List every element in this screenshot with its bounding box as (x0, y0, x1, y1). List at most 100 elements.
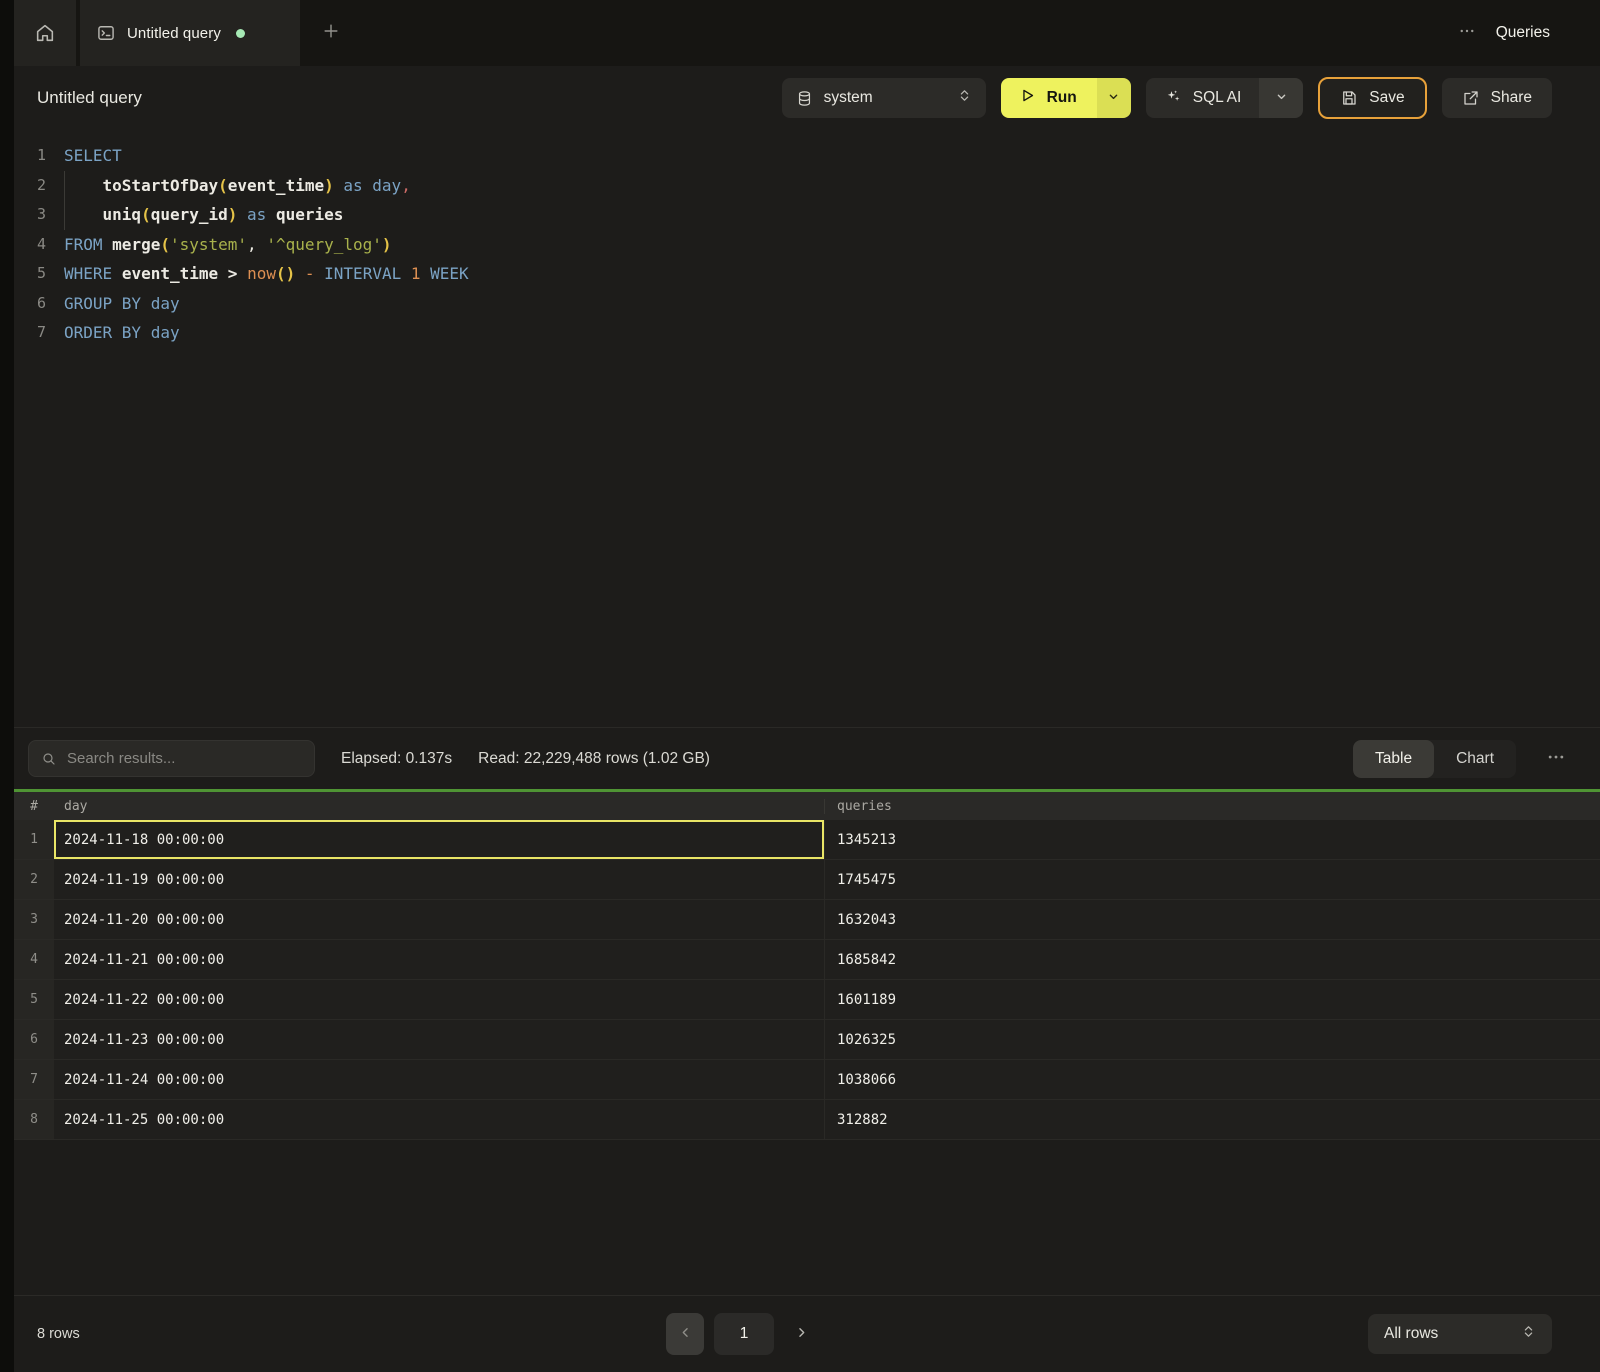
queries-cell[interactable]: 1345213 (824, 820, 1600, 859)
sql-ai-button[interactable]: SQL AI (1146, 78, 1260, 118)
database-select-value: system (824, 89, 873, 107)
results-table-body: 12024-11-18 00:00:00134521322024-11-19 0… (14, 820, 1600, 1140)
header-actions: system Run (782, 77, 1552, 119)
results-table-header: # day queries (14, 792, 1600, 820)
external-link-icon (1462, 89, 1480, 107)
share-button-label: Share (1491, 89, 1532, 107)
tabbar-right: Queries (1458, 0, 1600, 66)
table-row: 32024-11-20 00:00:001632043 (14, 900, 1600, 940)
line-number: 3 (14, 200, 64, 230)
day-cell[interactable]: 2024-11-23 00:00:00 (54, 1020, 824, 1059)
database-icon (796, 90, 813, 107)
row-index-cell: 1 (14, 820, 54, 859)
code-text: uniq(query_id) as queries (64, 200, 343, 230)
ellipsis-icon (1458, 22, 1476, 45)
results-toolbar: Elapsed: 0.137s Read: 22,229,488 rows (1… (14, 727, 1600, 789)
queries-cell[interactable]: 1745475 (824, 860, 1600, 899)
table-row: 12024-11-18 00:00:001345213 (14, 820, 1600, 860)
table-row: 42024-11-21 00:00:001685842 (14, 940, 1600, 980)
day-cell[interactable]: 2024-11-24 00:00:00 (54, 1060, 824, 1099)
column-header-queries[interactable]: queries (824, 799, 1600, 814)
chart-view-tab[interactable]: Chart (1434, 740, 1516, 778)
terminal-icon (96, 23, 116, 43)
queries-button[interactable]: Queries (1496, 24, 1550, 42)
table-view-tab[interactable]: Table (1353, 740, 1434, 778)
queries-cell[interactable]: 1632043 (824, 900, 1600, 939)
left-edge-strip (0, 0, 14, 1372)
tab-bar: Untitled query Queries (14, 0, 1600, 66)
play-icon (1019, 87, 1036, 109)
run-options-button[interactable] (1097, 78, 1131, 118)
table-row: 82024-11-25 00:00:00312882 (14, 1100, 1600, 1140)
queries-cell[interactable]: 1601189 (824, 980, 1600, 1019)
sql-ai-options-button[interactable] (1259, 78, 1303, 118)
save-button[interactable]: Save (1318, 77, 1426, 119)
day-cell[interactable]: 2024-11-19 00:00:00 (54, 860, 824, 899)
queries-cell[interactable]: 1038066 (824, 1060, 1600, 1099)
day-cell-selected[interactable]: 2024-11-18 00:00:00 (54, 820, 824, 859)
results-footer: 8 rows 1 All rows (14, 1295, 1600, 1372)
home-button[interactable] (14, 0, 76, 66)
line-number: 5 (14, 259, 64, 289)
share-button[interactable]: Share (1442, 78, 1552, 118)
sql-ai-button-label: SQL AI (1193, 89, 1242, 107)
search-icon (41, 751, 57, 767)
ellipsis-icon (1546, 747, 1566, 770)
table-row: 72024-11-24 00:00:001038066 (14, 1060, 1600, 1100)
day-cell[interactable]: 2024-11-25 00:00:00 (54, 1100, 824, 1139)
day-cell[interactable]: 2024-11-20 00:00:00 (54, 900, 824, 939)
code-text: FROM merge('system', '^query_log') (64, 230, 392, 260)
new-tab-button[interactable] (300, 0, 362, 66)
updown-chevrons-icon (1521, 1324, 1536, 1344)
prev-page-button[interactable] (666, 1313, 704, 1355)
day-cell[interactable]: 2024-11-21 00:00:00 (54, 940, 824, 979)
table-row: 62024-11-23 00:00:001026325 (14, 1020, 1600, 1060)
unsaved-indicator-dot (236, 29, 245, 38)
code-line: 6GROUP BY day (14, 289, 1600, 319)
line-number: 7 (14, 318, 64, 348)
row-index-cell: 4 (14, 940, 54, 979)
code-line: 3 uniq(query_id) as queries (14, 200, 1600, 230)
code-text: toStartOfDay(event_time) as day, (64, 171, 411, 201)
line-number: 6 (14, 289, 64, 319)
tab-overflow-button[interactable] (1458, 22, 1476, 45)
queries-cell[interactable]: 1026325 (824, 1020, 1600, 1059)
run-button-label: Run (1047, 89, 1077, 107)
line-number: 2 (14, 171, 64, 201)
elapsed-stat: Elapsed: 0.137s (341, 750, 452, 768)
code-line: 7ORDER BY day (14, 318, 1600, 348)
updown-chevrons-icon (957, 88, 972, 108)
search-results-input[interactable] (67, 750, 302, 767)
pagination: 1 (666, 1313, 818, 1355)
day-cell[interactable]: 2024-11-22 00:00:00 (54, 980, 824, 1019)
floppy-icon (1340, 89, 1358, 107)
results-overflow-button[interactable] (1542, 743, 1570, 774)
page-size-select[interactable]: All rows (1368, 1314, 1552, 1354)
queries-cell[interactable]: 312882 (824, 1100, 1600, 1139)
sql-editor[interactable]: 1SELECT2 toStartOfDay(event_time) as day… (14, 130, 1600, 727)
code-lines: 1SELECT2 toStartOfDay(event_time) as day… (14, 141, 1600, 348)
code-text: WHERE event_time > now() - INTERVAL 1 WE… (64, 259, 469, 289)
code-line: 5WHERE event_time > now() - INTERVAL 1 W… (14, 259, 1600, 289)
search-results-box[interactable] (28, 740, 315, 777)
row-count: 8 rows (37, 1326, 80, 1342)
page-number-button[interactable]: 1 (714, 1313, 774, 1355)
column-header-day[interactable]: day (54, 799, 824, 814)
line-number: 1 (14, 141, 64, 171)
database-select[interactable]: system (782, 78, 986, 118)
line-number: 4 (14, 230, 64, 260)
column-header-index[interactable]: # (14, 799, 54, 814)
tab-untitled-query[interactable]: Untitled query (80, 0, 300, 66)
chevron-left-icon (678, 1325, 693, 1343)
chevron-right-icon (794, 1325, 809, 1343)
page-title: Untitled query (37, 88, 142, 108)
next-page-button[interactable] (784, 1313, 818, 1355)
read-stat: Read: 22,229,488 rows (1.02 GB) (478, 750, 710, 768)
chevron-down-icon (1106, 89, 1121, 107)
plus-icon (321, 21, 341, 46)
queries-cell[interactable]: 1685842 (824, 940, 1600, 979)
home-icon (34, 22, 56, 44)
run-button[interactable]: Run (1001, 78, 1097, 118)
code-line: 4FROM merge('system', '^query_log') (14, 230, 1600, 260)
page-size-value: All rows (1384, 1325, 1438, 1343)
